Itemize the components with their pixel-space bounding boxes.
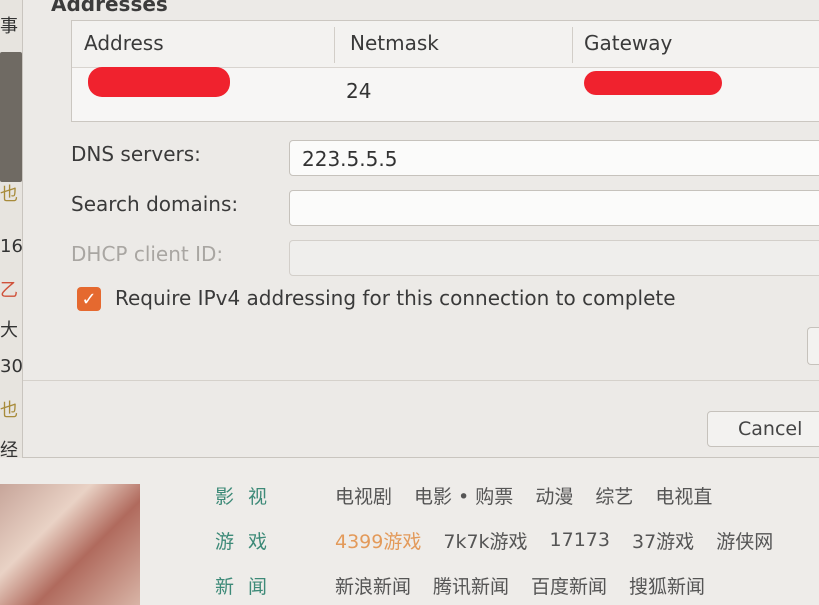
background-text: 大	[0, 320, 18, 341]
background-text: 事	[0, 16, 18, 37]
background-thumbnail	[0, 52, 22, 182]
product-photo	[0, 484, 140, 605]
dhcp-client-id-label: DHCP client ID:	[71, 242, 224, 266]
dhcp-client-id-input[interactable]	[289, 240, 819, 276]
netmask-cell[interactable]: 24	[346, 79, 371, 103]
require-ipv4-label[interactable]: Require IPv4 addressing for this connect…	[115, 286, 676, 310]
background-text: 16	[0, 236, 23, 257]
cancel-button[interactable]: Cancel	[707, 411, 819, 447]
background-text: 也	[0, 400, 18, 421]
redaction-mark	[88, 67, 230, 97]
nav-row-games: 游 戏 4399游戏 7k7k游戏 17173 37游戏 游侠网	[215, 525, 795, 555]
background-text: 也	[0, 184, 18, 205]
nav-link[interactable]: 4399游戏	[335, 527, 421, 554]
nav-link[interactable]: 游侠网	[716, 527, 773, 554]
column-header-gateway[interactable]: Gateway	[584, 31, 672, 55]
nav-category[interactable]: 游 戏	[215, 527, 335, 554]
column-header-netmask[interactable]: Netmask	[350, 31, 439, 55]
background-text: 30	[0, 356, 23, 377]
addresses-section-title: Addresses	[51, 0, 168, 16]
column-separator	[334, 27, 335, 63]
nav-link[interactable]: 综艺	[595, 482, 633, 509]
checkmark-icon: ✓	[81, 288, 97, 310]
column-header-address[interactable]: Address	[84, 31, 164, 55]
nav-link[interactable]: 百度新闻	[531, 572, 607, 599]
nav-link[interactable]: 37游戏	[632, 527, 694, 554]
routes-button[interactable]	[807, 327, 819, 365]
background-text: 乙	[0, 280, 18, 301]
nav-link[interactable]: 7k7k游戏	[443, 527, 527, 554]
require-ipv4-checkbox[interactable]: ✓	[77, 287, 101, 311]
nav-link[interactable]: 腾讯新闻	[433, 572, 509, 599]
table-header: Address Netmask Gateway	[72, 21, 819, 68]
column-separator	[572, 27, 573, 63]
nav-category[interactable]: 新 闻	[215, 572, 335, 599]
nav-link[interactable]: 电视剧	[335, 482, 392, 509]
nav-category[interactable]: 影 视	[215, 482, 335, 509]
addresses-table[interactable]: Address Netmask Gateway 24	[71, 20, 819, 122]
nav-link[interactable]: 新浪新闻	[335, 572, 411, 599]
ipv4-settings-dialog: Addresses Address Netmask Gateway 24 DNS…	[22, 0, 819, 458]
dns-servers-label: DNS servers:	[71, 142, 201, 166]
nav-link[interactable]: 电影 • 购票	[414, 482, 513, 509]
dns-servers-input[interactable]: 223.5.5.5	[289, 140, 819, 176]
nav-link[interactable]: 搜狐新闻	[629, 572, 705, 599]
nav-link[interactable]: 17173	[550, 529, 610, 551]
nav-link[interactable]: 电视直	[655, 482, 712, 509]
nav-row-video: 影 视 电视剧 电影 • 购票 动漫 综艺 电视直	[215, 480, 734, 510]
background-browser-page: 影 视 电视剧 电影 • 购票 动漫 综艺 电视直 游 戏 4399游戏 7k7…	[0, 458, 819, 605]
dialog-divider	[23, 380, 819, 381]
search-domains-label: Search domains:	[71, 192, 239, 216]
search-domains-input[interactable]	[289, 190, 819, 226]
nav-link[interactable]: 动漫	[535, 482, 573, 509]
nav-row-news: 新 闻 新浪新闻 腾讯新闻 百度新闻 搜狐新闻	[215, 570, 727, 600]
redaction-mark	[584, 71, 722, 95]
